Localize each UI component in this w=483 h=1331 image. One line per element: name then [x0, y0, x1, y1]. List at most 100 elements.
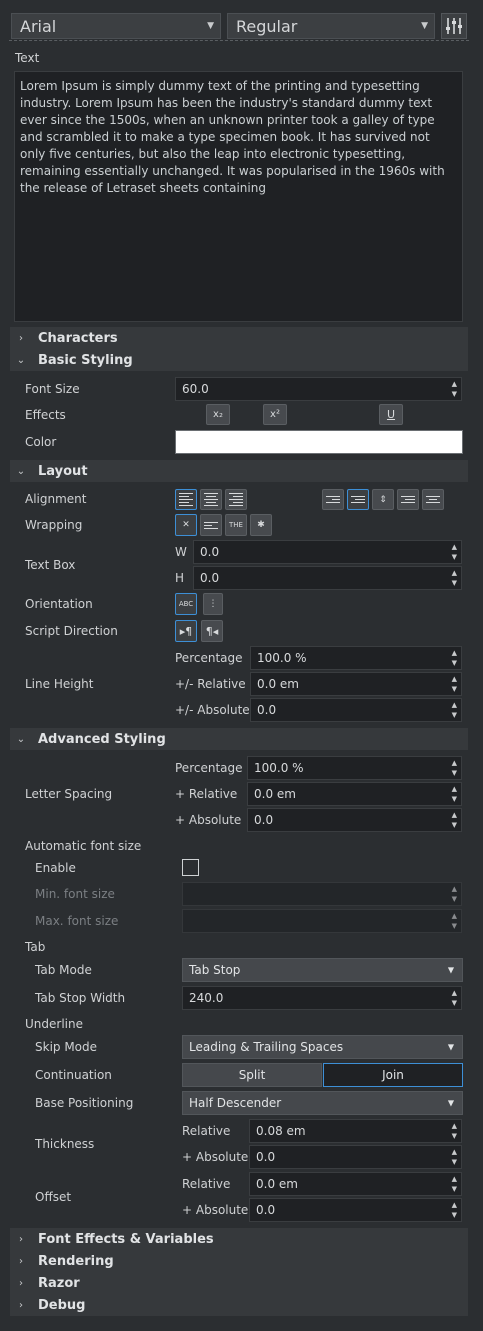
- text-input[interactable]: Lorem Ipsum is simply dummy text of the …: [14, 71, 463, 322]
- superscript-button[interactable]: x²: [263, 404, 287, 425]
- font-family-dropdown[interactable]: Arial ▼: [11, 13, 221, 39]
- spinner-icon[interactable]: ▲ ▼: [452, 1148, 457, 1166]
- split-button[interactable]: Split: [182, 1063, 322, 1087]
- chevron-right-icon: ›: [19, 1233, 23, 1245]
- section-font-effects[interactable]: › Font Effects & Variables: [10, 1228, 468, 1250]
- spinner-icon[interactable]: ▲ ▼: [452, 675, 457, 693]
- spinner-icon[interactable]: ▲ ▼: [452, 649, 457, 667]
- valign-bottom-icon: [401, 496, 415, 503]
- min-font-size-label: Min. font size: [35, 887, 115, 901]
- orientation-horizontal-button[interactable]: ABC: [175, 593, 197, 615]
- wrap-word-icon: [204, 521, 218, 529]
- skip-mode-select[interactable]: Leading & Trailing Spaces ▼: [182, 1035, 463, 1059]
- spinner-icon[interactable]: ▲ ▼: [452, 701, 457, 719]
- section-rendering[interactable]: › Rendering: [10, 1250, 468, 1272]
- spinner-icon: ▲ ▼: [451, 912, 457, 930]
- wrap-auto-button[interactable]: ✱: [250, 514, 272, 536]
- split-label: Split: [238, 1068, 266, 1082]
- line-height-label: Line Height: [25, 677, 94, 691]
- spinner-icon[interactable]: ▲ ▼: [452, 1201, 457, 1219]
- ls-percentage-field[interactable]: 100.0 % ▲ ▼: [247, 756, 462, 780]
- spinner-icon[interactable]: ▲ ▼: [452, 1122, 457, 1140]
- color-swatch[interactable]: [175, 430, 463, 454]
- align-right-button[interactable]: [225, 489, 247, 510]
- align-left-button[interactable]: [175, 489, 197, 510]
- valign-top-button[interactable]: [322, 489, 344, 510]
- join-button[interactable]: Join: [323, 1063, 463, 1087]
- ls-relative-field[interactable]: 0.0 em ▲ ▼: [247, 782, 462, 806]
- offset-absolute-label: + Absolute: [182, 1203, 249, 1217]
- offset-absolute-field[interactable]: 0.0 ▲ ▼: [249, 1198, 462, 1222]
- offset-relative-field[interactable]: 0.0 em ▲ ▼: [249, 1172, 462, 1196]
- wrap-none-button[interactable]: ✕: [175, 514, 197, 536]
- spinner-icon[interactable]: ▲ ▼: [452, 569, 457, 587]
- spinner-icon[interactable]: ▲ ▼: [452, 759, 457, 777]
- valign-middle-button[interactable]: [347, 489, 369, 510]
- underline-button[interactable]: U: [379, 404, 403, 425]
- effects-label: Effects: [25, 408, 66, 422]
- base-positioning-select[interactable]: Half Descender ▼: [182, 1091, 463, 1115]
- max-font-size-label: Max. font size: [35, 914, 119, 928]
- lh-percentage-field[interactable]: 100.0 % ▲ ▼: [250, 646, 462, 670]
- section-layout[interactable]: ⌄ Layout: [10, 460, 468, 482]
- section-title: Font Effects & Variables: [38, 1231, 214, 1247]
- spinner-icon[interactable]: ▲ ▼: [452, 543, 457, 561]
- wrap-shrink-button[interactable]: THE: [225, 514, 247, 536]
- valign-baseline-button[interactable]: [422, 489, 444, 510]
- height-field[interactable]: 0.0 ▲ ▼: [193, 566, 462, 590]
- spinner-icon[interactable]: ▲ ▼: [452, 785, 457, 803]
- lh-relative-field[interactable]: 0.0 em ▲ ▼: [250, 672, 462, 696]
- spinner-icon[interactable]: ▲ ▼: [452, 1175, 457, 1193]
- font-size-field[interactable]: 60.0 ▲ ▼: [175, 377, 462, 401]
- section-razor[interactable]: › Razor: [10, 1272, 468, 1294]
- lh-absolute-label: +/- Absolute: [175, 703, 250, 717]
- thickness-relative-value: 0.08 em: [256, 1124, 306, 1138]
- enable-checkbox[interactable]: [182, 859, 199, 876]
- width-label: W: [175, 545, 187, 559]
- wrap-word-button[interactable]: [200, 514, 222, 536]
- section-basic-styling[interactable]: ⌄ Basic Styling: [10, 349, 468, 371]
- tab-mode-select[interactable]: Tab Stop ▼: [182, 958, 463, 982]
- ls-relative-value: 0.0 em: [254, 787, 296, 801]
- thickness-absolute-field[interactable]: 0.0 ▲ ▼: [249, 1145, 462, 1169]
- text-box-label: Text Box: [25, 558, 76, 572]
- align-center-button[interactable]: [200, 489, 222, 510]
- ls-percentage-value: 100.0 %: [254, 761, 304, 775]
- base-positioning-value: Half Descender: [189, 1096, 282, 1110]
- spinner-icon: ▲ ▼: [451, 885, 457, 903]
- orientation-vertical-button[interactable]: ⋮: [203, 593, 223, 615]
- ls-absolute-field[interactable]: 0.0 ▲ ▼: [247, 808, 462, 832]
- chevron-right-icon: ›: [19, 332, 23, 344]
- spinner-icon[interactable]: ▲ ▼: [452, 811, 457, 829]
- thickness-relative-field[interactable]: 0.08 em ▲ ▼: [249, 1119, 462, 1143]
- text-label: Text: [15, 51, 40, 65]
- orientation-horizontal-icon: ABC: [178, 600, 194, 608]
- chevron-down-icon: ▼: [447, 1098, 454, 1108]
- lh-percentage-label: Percentage: [175, 651, 243, 665]
- chevron-down-icon: ⌄: [16, 733, 26, 745]
- auto-font-size-label: Automatic font size: [25, 839, 142, 853]
- subscript-button[interactable]: x₂: [206, 404, 230, 425]
- section-characters[interactable]: › Characters: [10, 327, 468, 349]
- rtl-button[interactable]: ¶◂: [201, 620, 223, 642]
- spinner-icon[interactable]: ▲ ▼: [452, 989, 457, 1007]
- max-font-size-field: ▲ ▼: [182, 909, 462, 933]
- spinner-icon[interactable]: ▲ ▼: [452, 380, 457, 398]
- section-debug[interactable]: › Debug: [10, 1294, 468, 1316]
- section-advanced-styling[interactable]: ⌄ Advanced Styling: [10, 728, 468, 750]
- underline-icon: U: [386, 408, 396, 421]
- font-settings-button[interactable]: [441, 13, 467, 39]
- offset-relative-value: 0.0 em: [256, 1177, 298, 1191]
- align-left-icon: [179, 493, 193, 506]
- align-center-icon: [204, 493, 218, 506]
- tab-stop-width-field[interactable]: 240.0 ▲ ▼: [182, 986, 462, 1010]
- tab-label: Tab: [25, 940, 46, 954]
- height-value: 0.0: [200, 571, 220, 585]
- lh-absolute-field[interactable]: 0.0 ▲ ▼: [250, 698, 462, 722]
- valign-bottom-button[interactable]: [397, 489, 419, 510]
- valign-center-button[interactable]: ⇕: [372, 489, 394, 510]
- width-field[interactable]: 0.0 ▲ ▼: [193, 540, 462, 564]
- font-style-dropdown[interactable]: Regular ▼: [227, 13, 435, 39]
- tab-stop-width-label: Tab Stop Width: [35, 991, 126, 1005]
- ltr-button[interactable]: ▸¶: [175, 620, 197, 642]
